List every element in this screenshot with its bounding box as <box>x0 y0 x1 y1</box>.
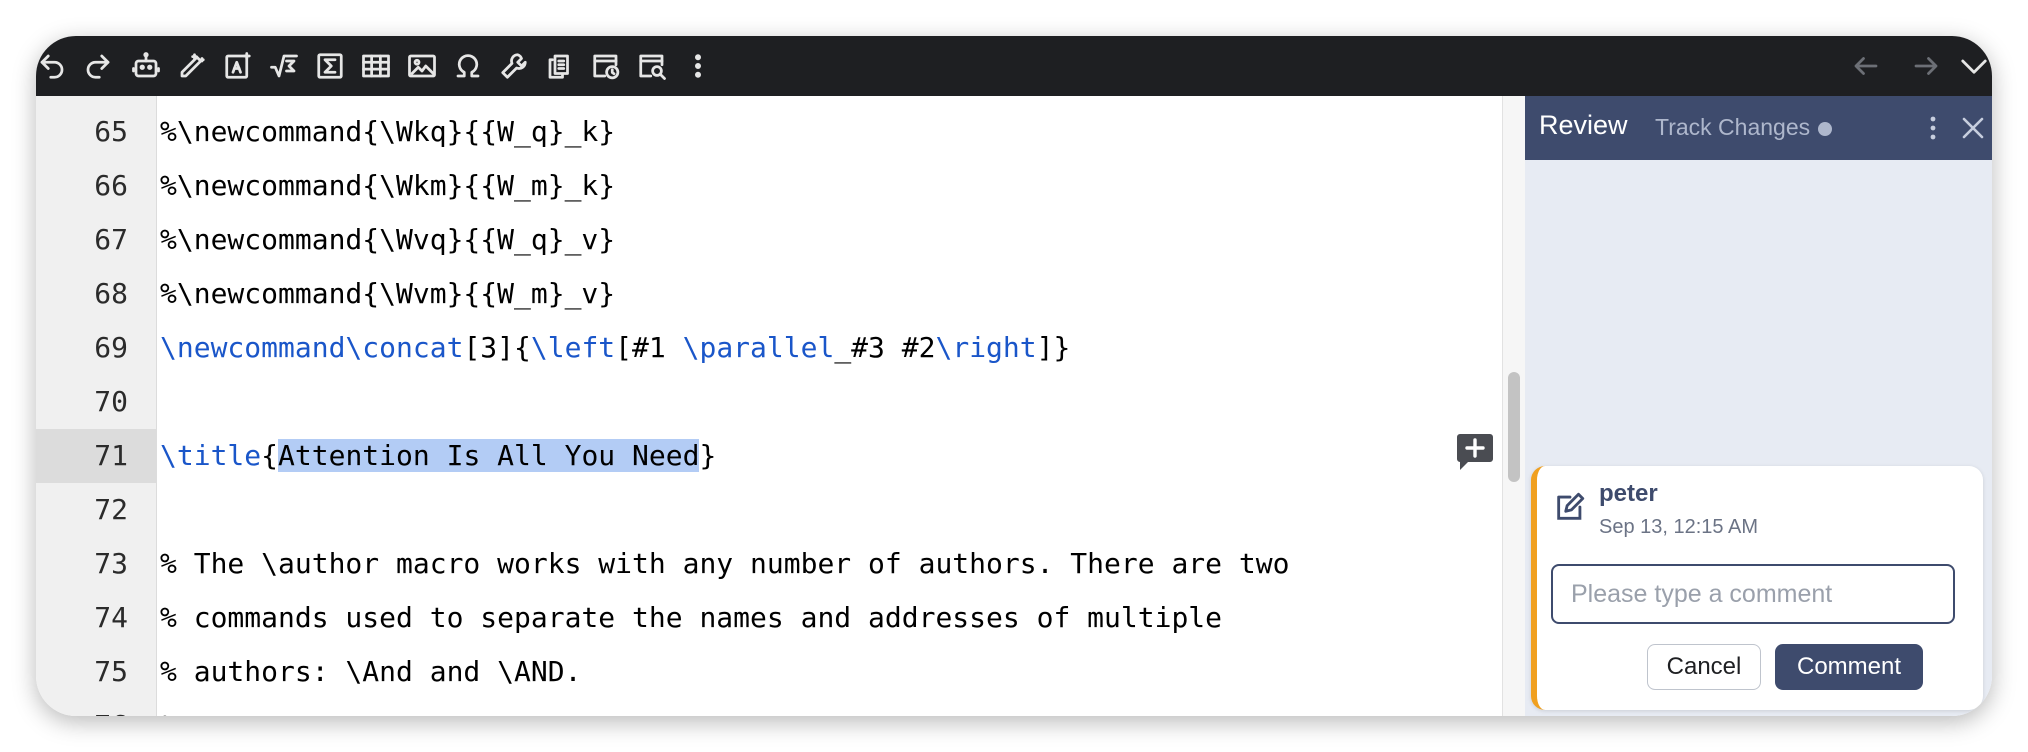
arrow-right-icon[interactable] <box>1908 48 1944 84</box>
code-line[interactable]: 67 %\newcommand{\Wvq}{{W_q}_v} <box>36 213 1502 267</box>
code-line[interactable]: 69 \newcommand\concat[3]{\left[#1 \paral… <box>36 321 1502 375</box>
search-doc-icon[interactable] <box>634 48 670 84</box>
track-changes-status-dot <box>1818 121 1833 136</box>
line-number: 71 <box>36 429 156 483</box>
add-comment-button[interactable] <box>1456 432 1494 472</box>
selected-text[interactable]: Attention Is All You Need <box>278 439 700 472</box>
line-text[interactable]: %\newcommand{\Wkm}{{W_m}_k} <box>160 159 615 213</box>
undo-icon[interactable] <box>36 48 70 84</box>
more-vertical-icon[interactable] <box>680 48 716 84</box>
line-text[interactable]: %\newcommand{\Wkq}{{W_q}_k} <box>160 105 615 159</box>
text-style-icon[interactable] <box>220 48 256 84</box>
sum-icon[interactable] <box>312 48 348 84</box>
code-line[interactable]: 72 <box>36 483 1502 537</box>
line-number: 65 <box>94 115 128 148</box>
latex-command: \parallel <box>682 331 835 364</box>
track-changes-label: Track Changes <box>1655 114 1811 140</box>
latex-text: _#3 #2 <box>834 331 936 364</box>
line-number: 69 <box>94 331 128 364</box>
scrollbar-thumb[interactable] <box>1508 372 1520 482</box>
latex-command: \right <box>935 331 1037 364</box>
line-number: 74 <box>94 601 128 634</box>
wrench-icon[interactable] <box>496 48 532 84</box>
omega-icon[interactable] <box>450 48 486 84</box>
line-text[interactable]: % commands used to separate the names an… <box>160 591 1222 645</box>
chevron-down-icon[interactable] <box>1956 48 1992 84</box>
line-text[interactable]: % authors: \And and \AND. <box>160 645 581 699</box>
line-number: 72 <box>94 493 128 526</box>
review-panel: Review Track Changes peter Sep 13, 12:15… <box>1525 96 1992 716</box>
code-line[interactable]: 75 % authors: \And and \AND. <box>36 645 1502 699</box>
editor-scrollbar[interactable] <box>1502 96 1526 716</box>
line-number: 67 <box>94 223 128 256</box>
line-number: 75 <box>94 655 128 688</box>
latex-command: \title <box>160 439 262 472</box>
ai-assistant-icon[interactable] <box>128 48 164 84</box>
math-sqrt-icon[interactable] <box>266 48 302 84</box>
code-line[interactable]: 74 % commands used to separate the names… <box>36 591 1502 645</box>
copy-icon[interactable] <box>542 48 578 84</box>
comment-input[interactable] <box>1551 564 1955 624</box>
line-text[interactable]: % <box>160 699 177 716</box>
edit-comment-icon <box>1557 492 1585 520</box>
code-line[interactable]: 66 %\newcommand{\Wkm}{{W_m}_k} <box>36 159 1502 213</box>
latex-text: [3]{ <box>463 331 531 364</box>
latex-command: \newcommand\concat <box>160 331 464 364</box>
code-line[interactable]: 73 % The \author macro works with any nu… <box>36 537 1502 591</box>
comment-submit-button[interactable]: Comment <box>1775 644 1923 690</box>
latex-text: [#1 <box>615 331 683 364</box>
latex-command: \left <box>530 331 616 364</box>
review-more-icon[interactable] <box>1923 114 1943 142</box>
review-tab[interactable]: Review <box>1539 110 1628 141</box>
arrow-left-icon[interactable] <box>1848 48 1884 84</box>
table-icon[interactable] <box>358 48 394 84</box>
code-line-active[interactable]: 71 \title{Attention Is All You Need} <box>36 429 1502 483</box>
comment-card: peter Sep 13, 12:15 AM Cancel Comment <box>1531 466 1983 710</box>
line-text[interactable]: % The \author macro works with any numbe… <box>160 537 1289 591</box>
code-line[interactable]: 70 <box>36 375 1502 429</box>
code-line[interactable]: 68 %\newcommand{\Wvm}{{W_m}_v} <box>36 267 1502 321</box>
line-text[interactable]: \title{Attention Is All You Need} <box>160 429 716 483</box>
code-line[interactable]: 76 % <box>36 699 1502 716</box>
latex-text: } <box>699 439 717 472</box>
redo-icon[interactable] <box>80 48 116 84</box>
history-icon[interactable] <box>588 48 624 84</box>
latex-text: { <box>261 439 279 472</box>
line-number: 70 <box>94 385 128 418</box>
line-text[interactable]: \newcommand\concat[3]{\left[#1 \parallel… <box>160 321 1070 375</box>
comment-timestamp: Sep 13, 12:15 AM <box>1599 516 1759 538</box>
comment-author: peter <box>1599 480 1658 507</box>
line-number: 68 <box>94 277 128 310</box>
review-header: Review Track Changes <box>1525 96 1992 160</box>
close-icon[interactable] <box>1959 114 1987 142</box>
track-changes-tab[interactable]: Track Changes <box>1655 114 1833 141</box>
editor-window: 65 %\newcommand{\Wkq}{{W_q}_k} 66 %\newc… <box>36 36 1992 716</box>
line-number: 73 <box>94 547 128 580</box>
toolbar <box>36 36 1992 96</box>
latex-text: ]} <box>1036 331 1071 364</box>
line-number: 76 <box>36 699 128 716</box>
image-icon[interactable] <box>404 48 440 84</box>
code-line[interactable]: 65 %\newcommand{\Wkq}{{W_q}_k} <box>36 105 1502 159</box>
line-text[interactable]: %\newcommand{\Wvm}{{W_m}_v} <box>160 267 615 321</box>
comment-plus-icon <box>1457 434 1493 470</box>
magic-write-icon[interactable] <box>174 48 210 84</box>
cancel-button[interactable]: Cancel <box>1647 644 1761 690</box>
line-number: 66 <box>94 169 128 202</box>
line-text[interactable]: %\newcommand{\Wvq}{{W_q}_v} <box>160 213 615 267</box>
